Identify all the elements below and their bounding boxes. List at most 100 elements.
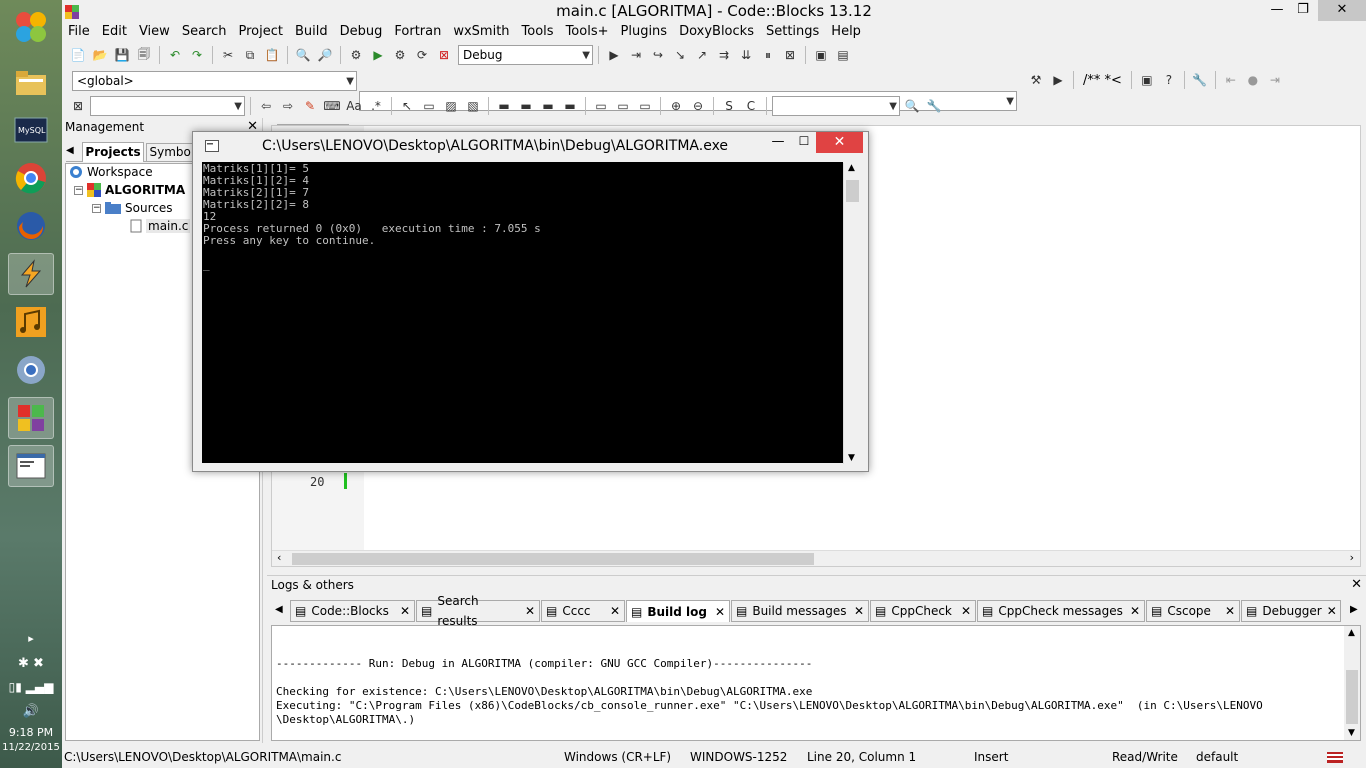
layout-4-icon[interactable]: ▬ bbox=[560, 96, 580, 116]
log-tab-search-results[interactable]: ▤ Search results ✕ bbox=[416, 594, 540, 628]
symbol-s-icon[interactable]: S bbox=[719, 96, 739, 116]
menu-settings[interactable]: Settings bbox=[760, 22, 825, 42]
menu-fortran[interactable]: Fortran bbox=[388, 22, 447, 42]
chm-docs-icon[interactable]: ? bbox=[1159, 70, 1179, 90]
firefox-icon[interactable] bbox=[8, 205, 54, 247]
menu-wxsmith[interactable]: wxSmith bbox=[447, 22, 515, 42]
cut-icon[interactable]: ✂ bbox=[218, 45, 238, 65]
menu-search[interactable]: Search bbox=[176, 22, 233, 42]
menu-tools-[interactable]: Tools+ bbox=[560, 22, 615, 42]
chromium-icon[interactable] bbox=[8, 349, 54, 391]
new-file-icon[interactable]: 📄 bbox=[68, 45, 88, 65]
console-scrollbar[interactable]: ▲ ▼ bbox=[843, 163, 860, 464]
scroll-up-icon[interactable]: ▲ bbox=[848, 163, 855, 173]
debug-start-icon[interactable]: ▶ bbox=[604, 45, 624, 65]
rectangle-tool-icon[interactable]: ▭ bbox=[419, 96, 439, 116]
layout-1-icon[interactable]: ▬ bbox=[494, 96, 514, 116]
log-tab-build-log[interactable]: ▤ Build log ✕ bbox=[626, 600, 730, 622]
zoom-out-icon[interactable]: ⊖ bbox=[688, 96, 708, 116]
undo-icon[interactable]: ↶ bbox=[165, 45, 185, 65]
block-comment-button[interactable]: /** *< bbox=[1079, 73, 1126, 88]
preferences-icon[interactable]: 🔧 bbox=[1190, 70, 1210, 90]
horizontal-scrollbar[interactable]: ‹ › bbox=[272, 550, 1360, 566]
zoom-in-icon[interactable]: ⊕ bbox=[666, 96, 686, 116]
tab-projects[interactable]: Projects bbox=[82, 142, 144, 162]
settings-tool-icon[interactable]: 🔧 bbox=[924, 96, 944, 116]
close-tab-icon[interactable]: ✕ bbox=[1130, 601, 1144, 621]
layout-2-icon[interactable]: ▬ bbox=[516, 96, 536, 116]
save-all-icon[interactable]: 🗐 bbox=[134, 45, 154, 65]
console-close-icon[interactable]: ✕ bbox=[816, 132, 863, 153]
winamp-icon[interactable] bbox=[8, 253, 54, 295]
next-line-icon[interactable]: ↪ bbox=[648, 45, 668, 65]
close-tab-icon[interactable]: ✕ bbox=[525, 601, 539, 621]
console-scroll-thumb[interactable] bbox=[846, 180, 859, 202]
step-into-icon[interactable]: ↘ bbox=[670, 45, 690, 65]
rebuild-icon[interactable]: ⟳ bbox=[412, 45, 432, 65]
logs-scroll-right-icon[interactable]: ▶ bbox=[1350, 604, 1358, 615]
log-tab-build-messages[interactable]: ▤ Build messages ✕ bbox=[731, 600, 869, 622]
replace-icon[interactable]: 🔎 bbox=[315, 45, 335, 65]
scroll-right-icon[interactable]: › bbox=[1350, 551, 1354, 564]
bluetooth-icon[interactable]: ✱ ✖ bbox=[0, 656, 62, 671]
log-tab-debugger[interactable]: ▤ Debugger ✕ bbox=[1241, 600, 1341, 622]
find-icon[interactable]: 🔍 bbox=[293, 45, 313, 65]
selected-text-icon[interactable]: ⌨ bbox=[322, 96, 342, 116]
scroll-up-icon[interactable]: ▲ bbox=[1348, 628, 1355, 638]
select-pointer-icon[interactable]: ↖ bbox=[397, 96, 417, 116]
menu-plugins[interactable]: Plugins bbox=[615, 22, 674, 42]
logs-scrollbar[interactable]: ▲ ▼ bbox=[1344, 626, 1360, 740]
menu-project[interactable]: Project bbox=[232, 22, 288, 42]
clock-time[interactable]: 9:18 PM bbox=[0, 726, 62, 739]
log-tab-cccc[interactable]: ▤ Cccc ✕ bbox=[541, 600, 625, 622]
jump-back-icon[interactable]: ⇤ bbox=[1221, 70, 1241, 90]
close-logs-icon[interactable]: ✕ bbox=[1351, 577, 1362, 592]
codeblocks-icon[interactable] bbox=[8, 397, 54, 439]
music-player-icon[interactable] bbox=[8, 301, 54, 343]
network-icon[interactable]: ▯▮ ▂▄▆ bbox=[0, 680, 62, 694]
build-icon[interactable]: ⚙ bbox=[346, 45, 366, 65]
log-tab-cppcheck-messages[interactable]: ▤ CppCheck messages ✕ bbox=[977, 600, 1145, 622]
copy-icon[interactable]: ⧉ bbox=[240, 45, 260, 65]
scope-select[interactable]: <global> ▼ bbox=[72, 71, 357, 91]
jump-home-icon[interactable]: ● bbox=[1243, 70, 1263, 90]
find-next-icon[interactable]: ⇨ bbox=[278, 96, 298, 116]
symbol-c-icon[interactable]: C bbox=[741, 96, 761, 116]
jump-forward-icon[interactable]: ⇥ bbox=[1265, 70, 1285, 90]
collapse-icon[interactable]: − bbox=[74, 185, 83, 195]
menu-debug[interactable]: Debug bbox=[334, 22, 389, 42]
search-input[interactable]: ▼ bbox=[90, 96, 245, 116]
tray-expand-icon[interactable]: ▸ bbox=[0, 632, 62, 645]
shape-1-icon[interactable]: ▭ bbox=[591, 96, 611, 116]
extract-docs-icon[interactable]: ▶ bbox=[1048, 70, 1068, 90]
close-tab-icon[interactable]: ✕ bbox=[715, 602, 729, 622]
console-window-icon[interactable] bbox=[8, 445, 54, 487]
paste-icon[interactable]: 📋 bbox=[262, 45, 282, 65]
html-docs-icon[interactable]: ▣ bbox=[1137, 70, 1157, 90]
code-search-icon[interactable]: 🔍 bbox=[902, 96, 922, 116]
doxywizard-icon[interactable]: ⚒ bbox=[1026, 70, 1046, 90]
tree-folder[interactable]: − Sources bbox=[92, 201, 172, 215]
minimize-icon[interactable]: — bbox=[1264, 0, 1290, 21]
find-previous-icon[interactable]: ⇦ bbox=[256, 96, 276, 116]
highlight-icon[interactable]: ✎ bbox=[300, 96, 320, 116]
save-icon[interactable]: 💾 bbox=[112, 45, 132, 65]
menu-build[interactable]: Build bbox=[289, 22, 334, 42]
volume-icon[interactable]: 🔊 bbox=[0, 704, 62, 719]
abort-icon[interactable]: ⊠ bbox=[434, 45, 454, 65]
close-tab-icon[interactable]: ✕ bbox=[1327, 601, 1341, 621]
menu-view[interactable]: View bbox=[133, 22, 176, 42]
log-tab-code-blocks[interactable]: ▤ Code::Blocks ✕ bbox=[290, 600, 415, 622]
run-icon[interactable]: ▶ bbox=[368, 45, 388, 65]
file-explorer-icon[interactable] bbox=[8, 62, 54, 104]
step-out-icon[interactable]: ↗ bbox=[692, 45, 712, 65]
log-tab-cscope[interactable]: ▤ Cscope ✕ bbox=[1146, 600, 1240, 622]
debug-info-icon[interactable]: ▤ bbox=[833, 45, 853, 65]
close-tab-icon[interactable]: ✕ bbox=[961, 601, 975, 621]
redo-icon[interactable]: ↷ bbox=[187, 45, 207, 65]
close-tab-icon[interactable]: ✕ bbox=[610, 601, 624, 621]
scroll-thumb[interactable] bbox=[292, 553, 814, 565]
tree-project[interactable]: − ALGORITMA bbox=[74, 183, 185, 197]
logs-scroll-thumb[interactable] bbox=[1346, 670, 1358, 724]
shape-3-icon[interactable]: ▭ bbox=[635, 96, 655, 116]
